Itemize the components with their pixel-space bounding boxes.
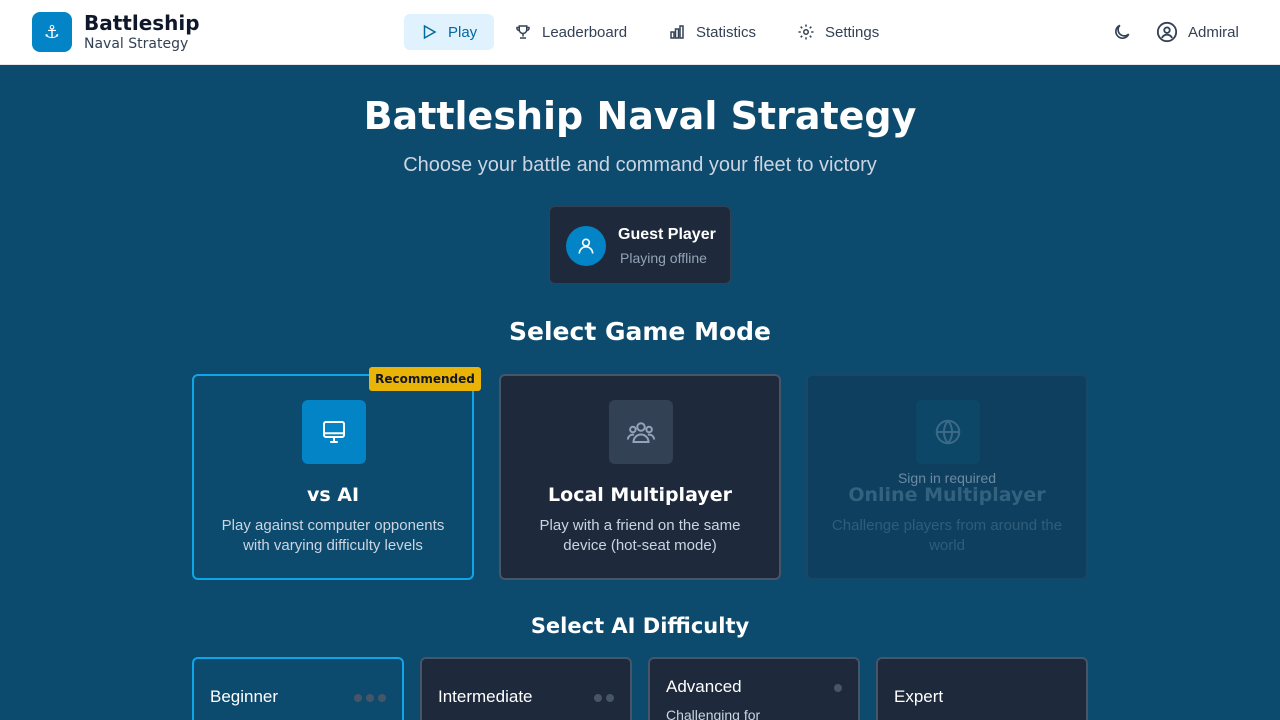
difficulty-expert[interactable]: Expert [876,657,1088,720]
mode-name: Online Multiplayer [848,484,1046,506]
page-title: Battleship Naval Strategy [363,94,917,138]
mode-name: vs AI [306,484,360,506]
nav-statistics[interactable]: Statistics [652,14,772,50]
difficulty-beginner[interactable]: Beginner [192,657,404,720]
mode-desc: Play with a friend on the same device (h… [539,517,741,554]
player-status: Playing offline [620,250,707,266]
user-circle-icon [1156,21,1178,43]
nav-settings-label: Settings [825,23,880,41]
moon-icon[interactable] [1110,20,1134,44]
trophy-icon [516,25,530,39]
sign-in-required-note: Sign in required [897,470,997,486]
difficulty-name: Intermediate [438,687,533,706]
nav-play[interactable]: Play [404,14,494,50]
difficulty-advanced[interactable]: Advanced Challenging for [648,657,860,720]
gear-icon [798,24,814,40]
brand-title: Battleship [84,11,200,35]
difficulty-intermediate[interactable]: Intermediate [420,657,632,720]
user-menu[interactable]: Admiral [1156,18,1239,46]
recommended-badge: Recommended [369,367,481,391]
difficulty-desc: Challenging for [666,707,761,720]
difficulty-name: Advanced [666,677,742,696]
difficulty-name: Beginner [210,687,279,706]
mode-desc: Play against computer opponents with var… [221,517,445,554]
mode-card-vs-ai[interactable]: vs AI Play against computer opponents wi… [192,374,474,580]
difficulty-name: Expert [894,687,944,706]
mode-card-online-multiplayer: Online Multiplayer Challenge players fro… [806,374,1088,580]
page-subtitle: Choose your battle and command your flee… [403,154,877,176]
nav-settings[interactable]: Settings [781,14,895,50]
player-name: Guest Player [618,226,716,243]
nav-leaderboard[interactable]: Leaderboard [498,14,643,50]
globe-icon [916,400,980,464]
mode-section-title: Select Game Mode [509,317,771,346]
monitor-icon [302,400,366,464]
player-card: Guest Player Playing offline [549,206,731,284]
difficulty-dots [594,694,614,702]
user-label: Admiral [1188,23,1239,41]
mode-name: Local Multiplayer [548,484,732,506]
difficulty-dots [834,684,842,692]
brand-subtitle: Naval Strategy [84,36,189,52]
difficulty-section-title: Select AI Difficulty [530,614,750,638]
nav-leaderboard-label: Leaderboard [542,23,628,41]
mode-desc: Challenge players from around the world [831,517,1063,554]
user-icon [566,226,606,266]
nav-statistics-label: Statistics [696,23,757,41]
nav-play-label: Play [448,23,478,41]
difficulty-dots [354,694,386,702]
top-nav-bar: ⚓ Battleship Naval Strategy Play Leaderb… [0,0,1280,65]
mode-card-local-multiplayer[interactable]: Local Multiplayer Play with a friend on … [499,374,781,580]
users-icon [609,400,673,464]
play-icon [423,24,437,40]
bar-chart-icon [670,25,684,39]
anchor-icon[interactable]: ⚓ [32,12,72,52]
